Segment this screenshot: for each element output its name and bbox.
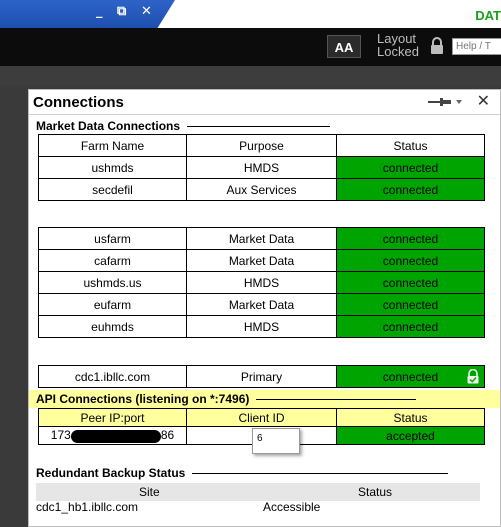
pin-icon[interactable] (428, 97, 462, 107)
table-row[interactable]: euhmds HMDS connected (38, 315, 485, 338)
table-row[interactable]: secdefil Aux Services connected (38, 178, 485, 201)
status-cell: connected (336, 365, 485, 388)
table-row[interactable]: cafarm Market Data connected (38, 249, 485, 272)
workspace-background (0, 66, 501, 86)
col-header-purpose: Purpose (186, 134, 337, 157)
restore-icon[interactable]: ⧉ (117, 5, 126, 19)
table-row[interactable]: usfarm Market Data connected (38, 227, 485, 250)
site-cell: cdc1_hb1.ibllc.com (36, 500, 139, 514)
status-cell: accepted (336, 426, 485, 445)
table-row[interactable]: ushmds.us HMDS connected (38, 271, 485, 294)
connections-panel: Connections ✕ Market Data Connections Fa… (28, 89, 501, 527)
font-size-button[interactable]: AA (327, 35, 361, 58)
layout-lock-label[interactable]: Layout Locked (377, 32, 419, 58)
status-cell: connected (336, 271, 485, 294)
site-status-cell: Accessible (263, 500, 321, 514)
farm-name-cell: eufarm (38, 293, 187, 316)
col-header-status: Status (358, 485, 393, 499)
status-cell: connected (336, 249, 485, 272)
market-data-section-title: Market Data Connections (36, 119, 181, 133)
window-titlebar: _ ⧉ ✕ DAT (0, 0, 501, 28)
farm-name-cell: cdc1.ibllc.com (38, 365, 187, 388)
section-rule (256, 398, 417, 400)
lock-icon[interactable] (430, 37, 444, 55)
col-header-status: Status (336, 408, 485, 427)
farm-name-cell: ushmds (38, 156, 187, 179)
col-header-farm: Farm Name (38, 134, 187, 157)
table-header-row: Farm Name Purpose Status (38, 134, 485, 157)
brand-text: DAT (475, 8, 501, 23)
panel-close-icon[interactable]: ✕ (477, 94, 490, 110)
peer-ip-suffix: 86 (160, 428, 175, 443)
col-header-status: Status (336, 134, 485, 157)
purpose-cell: HMDS (186, 315, 337, 338)
redacted-ip-mark (70, 429, 161, 443)
section-rule (192, 472, 449, 474)
table-row[interactable]: cdc1.ibllc.com Primary connected (38, 365, 485, 388)
farm-name-cell: cafarm (38, 249, 187, 272)
api-section-title: API Connections (listening on *:7496) (36, 392, 250, 406)
status-cell: connected (336, 178, 485, 201)
secure-lock-icon (467, 369, 479, 384)
purpose-cell: HMDS (186, 271, 337, 294)
farm-name-cell: secdefil (38, 178, 187, 201)
redundant-section-title: Redundant Backup Status (36, 466, 186, 480)
api-section-heading: API Connections (listening on *:7496) (36, 392, 417, 406)
market-data-section-heading: Market Data Connections (36, 119, 331, 133)
peer-ip-prefix: 173 (50, 428, 71, 443)
purpose-cell: Market Data (186, 249, 337, 272)
layout-label-line2: Locked (377, 44, 419, 59)
col-header-peer: Peer IP:port (38, 408, 187, 427)
status-cell: connected (336, 227, 485, 250)
purpose-cell: Market Data (186, 227, 337, 250)
market-data-table-1: Farm Name Purpose Status ushmds HMDS con… (38, 134, 485, 201)
status-text: connected (382, 369, 439, 384)
peer-ip-cell: 173 86 (38, 426, 187, 445)
col-header-client-id: Client ID (186, 408, 337, 427)
minimize-icon[interactable]: _ (96, 5, 103, 19)
client-id-tooltip: 6 (252, 428, 300, 454)
farm-name-cell: ushmds.us (38, 271, 187, 294)
primary-connection-table: cdc1.ibllc.com Primary connected (38, 365, 485, 388)
table-row[interactable]: ushmds HMDS connected (38, 156, 485, 179)
market-data-table-2: usfarm Market Data connected cafarm Mark… (38, 227, 485, 338)
purpose-cell: HMDS (186, 156, 337, 179)
help-search-input[interactable] (452, 38, 501, 55)
status-cell: connected (336, 156, 485, 179)
farm-name-cell: usfarm (38, 227, 187, 250)
purpose-cell: Primary (186, 365, 337, 388)
farm-name-cell: euhmds (38, 315, 187, 338)
purpose-cell: Market Data (186, 293, 337, 316)
status-cell: connected (336, 315, 485, 338)
col-header-site: Site (139, 485, 160, 499)
section-rule (187, 125, 331, 127)
redundant-table-header: Site Status (36, 483, 480, 501)
table-row[interactable]: eufarm Market Data connected (38, 293, 485, 316)
redundant-section-heading: Redundant Backup Status (36, 466, 449, 480)
title-divider (29, 114, 500, 115)
purpose-cell: Aux Services (186, 178, 337, 201)
status-cell: connected (336, 293, 485, 316)
table-header-row: Peer IP:port Client ID Status (38, 408, 485, 427)
panel-title: Connections (33, 94, 124, 111)
window-close-icon[interactable]: ✕ (141, 5, 152, 19)
top-toolbar: AA Layout Locked (0, 28, 501, 66)
